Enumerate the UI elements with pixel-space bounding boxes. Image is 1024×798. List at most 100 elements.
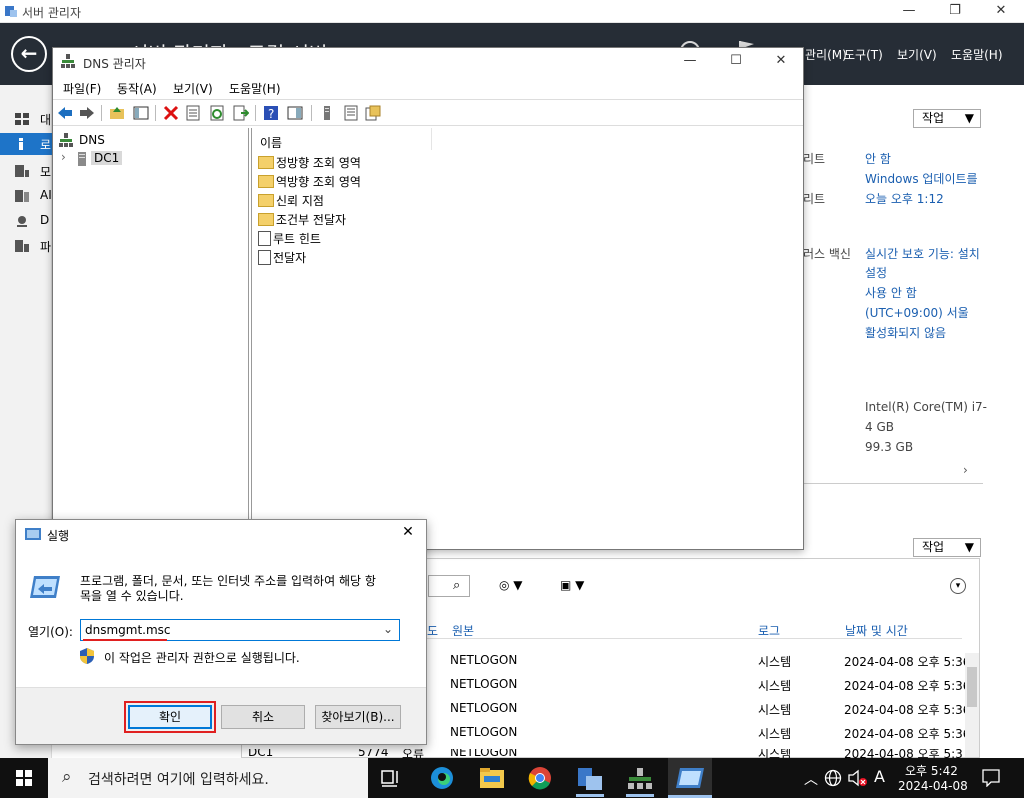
show-hide-tree-icon[interactable] — [133, 105, 149, 121]
list-item[interactable]: 조건부 전달자 — [258, 211, 346, 230]
properties-icon[interactable] — [185, 105, 201, 121]
tasks-dropdown-top[interactable]: 작업 ▼ — [913, 109, 981, 128]
ime-indicator[interactable]: A — [874, 767, 885, 786]
prop-value[interactable]: (UTC+09:00) 서울 — [865, 304, 969, 321]
menu-action[interactable]: 동작(A) — [117, 80, 157, 97]
prop-value[interactable]: 활성화되지 않음 — [865, 324, 946, 341]
col-datetime[interactable]: 날짜 및 시간 — [845, 622, 908, 639]
menu-manage[interactable]: 관리(M) — [805, 46, 847, 63]
list-item[interactable]: 정방향 조회 영역 — [258, 154, 361, 173]
prop-value[interactable]: 실시간 보호 기능: 설치 — [865, 245, 1023, 262]
list-column-header[interactable]: 이름 — [252, 128, 432, 150]
nav-all-servers[interactable]: 모 — [0, 160, 52, 182]
prop-value[interactable]: 설정 — [865, 264, 887, 281]
back-button[interactable]: ← — [11, 36, 47, 72]
file-explorer-icon[interactable] — [480, 768, 504, 788]
item-label: 신뢰 지점 — [276, 194, 324, 208]
scroll-right-arrow[interactable]: › — [963, 463, 983, 481]
event-log: 시스템 — [758, 679, 792, 693]
list-item[interactable]: 루트 힌트 — [258, 230, 321, 249]
close-button[interactable]: ✕ — [978, 0, 1024, 23]
nav-file-services[interactable]: 파 — [0, 235, 52, 257]
help-icon[interactable]: ? — [263, 105, 279, 121]
notification-icon[interactable] — [982, 769, 1000, 788]
chevron-down-icon[interactable]: ⌄ — [383, 622, 393, 636]
nav-dns[interactable]: D — [0, 210, 52, 232]
nav-local-server[interactable]: 로 — [0, 133, 52, 155]
nav-dashboard[interactable]: 대 — [0, 108, 52, 130]
taskbar-search-box[interactable]: ⌕ 검색하려면 여기에 입력하세요. — [48, 758, 368, 798]
run-taskbar-icon[interactable] — [668, 758, 712, 798]
minimize-button[interactable]: — — [886, 0, 932, 23]
list-item[interactable]: 전달자 — [258, 249, 306, 268]
server-icon[interactable] — [319, 105, 335, 121]
cancel-button[interactable]: 취소 — [221, 705, 305, 729]
tree-root-dns[interactable]: DNS — [59, 132, 239, 150]
table-row[interactable]: NETLOGON 시스템 2024-04-08 오후 5:36 — [422, 725, 970, 745]
nav-label: 파 — [40, 240, 52, 254]
events-filter-input[interactable]: ⌕ — [428, 575, 470, 597]
menu-tools[interactable]: 도구(T) — [844, 46, 883, 63]
forward-arrow-icon[interactable] — [79, 105, 95, 121]
events-scrollbar[interactable] — [965, 653, 979, 757]
table-row[interactable]: NETLOGON 시스템 2024-04-08 오후 5:36 — [422, 653, 970, 673]
dns-manager-taskbar-icon[interactable] — [626, 766, 654, 797]
start-button[interactable] — [0, 758, 48, 798]
clock-time[interactable]: 오후 5:42 — [905, 762, 958, 779]
menu-help[interactable]: 도움말(H) — [951, 46, 1003, 63]
delete-icon[interactable] — [163, 105, 179, 121]
up-folder-icon[interactable] — [109, 105, 125, 121]
browse-button[interactable]: 찾아보기(B)... — [315, 705, 401, 729]
list-item[interactable]: 신뢰 지점 — [258, 192, 324, 211]
dns-minimize-button[interactable]: — — [667, 50, 713, 73]
server-manager-taskbar-icon[interactable] — [576, 766, 604, 797]
edge-browser-icon[interactable] — [430, 766, 454, 790]
chrome-icon[interactable] — [528, 766, 552, 790]
network-globe-icon[interactable] — [824, 769, 842, 787]
prop-value[interactable]: Windows 업데이트를 — [865, 170, 978, 187]
event-time: 2024-04-08 오후 5:36 — [844, 655, 971, 669]
col-partial[interactable]: 도 — [427, 622, 438, 639]
maximize-button[interactable]: ❐ — [932, 0, 978, 23]
list-item[interactable]: 역방향 조회 영역 — [258, 173, 361, 192]
save-query-icon[interactable]: ▣ ▼ — [560, 578, 584, 592]
refresh-icon[interactable] — [209, 105, 225, 121]
volume-muted-icon[interactable] — [848, 769, 868, 787]
prop-key: 리트 — [803, 152, 826, 166]
menu-help[interactable]: 도움말(H) — [229, 80, 281, 97]
prop-value[interactable]: 오늘 오후 1:12 — [865, 190, 944, 207]
run-command-input[interactable]: dnsmgmt.msc ⌄ — [80, 619, 400, 641]
expand-chevron-icon[interactable]: › — [61, 150, 66, 164]
clock-date[interactable]: 2024-04-08 — [898, 779, 968, 793]
item-label: 정방향 조회 영역 — [276, 156, 361, 170]
tasks-dropdown-events[interactable]: 작업 ▼ — [913, 538, 981, 557]
new-record-icon[interactable] — [365, 105, 381, 121]
nav-ad[interactable]: AI — [0, 185, 52, 207]
tree-item-dc1[interactable]: › DC1 — [59, 150, 239, 168]
col-log[interactable]: 로그 — [758, 622, 780, 639]
menu-view[interactable]: 보기(V) — [897, 46, 937, 63]
task-view-icon[interactable] — [380, 768, 402, 788]
prop-value[interactable]: 안 함 — [865, 150, 891, 167]
show-hidden-icons-chevron[interactable]: ︿ — [804, 769, 818, 789]
list-options-icon[interactable]: ◎ ▼ — [499, 578, 523, 592]
prop-value[interactable]: 사용 안 함 — [865, 284, 917, 301]
menu-view[interactable]: 보기(V) — [173, 80, 213, 97]
back-arrow-icon[interactable] — [57, 105, 73, 121]
ok-button[interactable]: 확인 — [128, 705, 212, 729]
col-source[interactable]: 원본 — [452, 622, 474, 639]
dns-maximize-button[interactable]: ☐ — [713, 50, 759, 73]
table-row[interactable]: NETLOGON 시스템 2024-04-08 오후 5:36 — [422, 701, 970, 721]
info-icon — [19, 138, 23, 150]
svg-text:?: ? — [268, 107, 274, 121]
search-icon: ⌕ — [62, 767, 72, 787]
dns-close-button[interactable]: ✕ — [758, 50, 804, 73]
action-pane-icon[interactable] — [287, 105, 303, 121]
export-list-icon[interactable] — [233, 105, 250, 121]
menu-file[interactable]: 파일(F) — [63, 80, 101, 97]
expand-icon[interactable]: ▾ — [950, 578, 966, 594]
table-row[interactable]: NETLOGON 시스템 2024-04-08 오후 5:36 — [422, 677, 970, 697]
run-close-button[interactable]: ✕ — [396, 524, 420, 544]
command-underline — [83, 639, 167, 641]
record-list-icon[interactable] — [343, 105, 359, 121]
